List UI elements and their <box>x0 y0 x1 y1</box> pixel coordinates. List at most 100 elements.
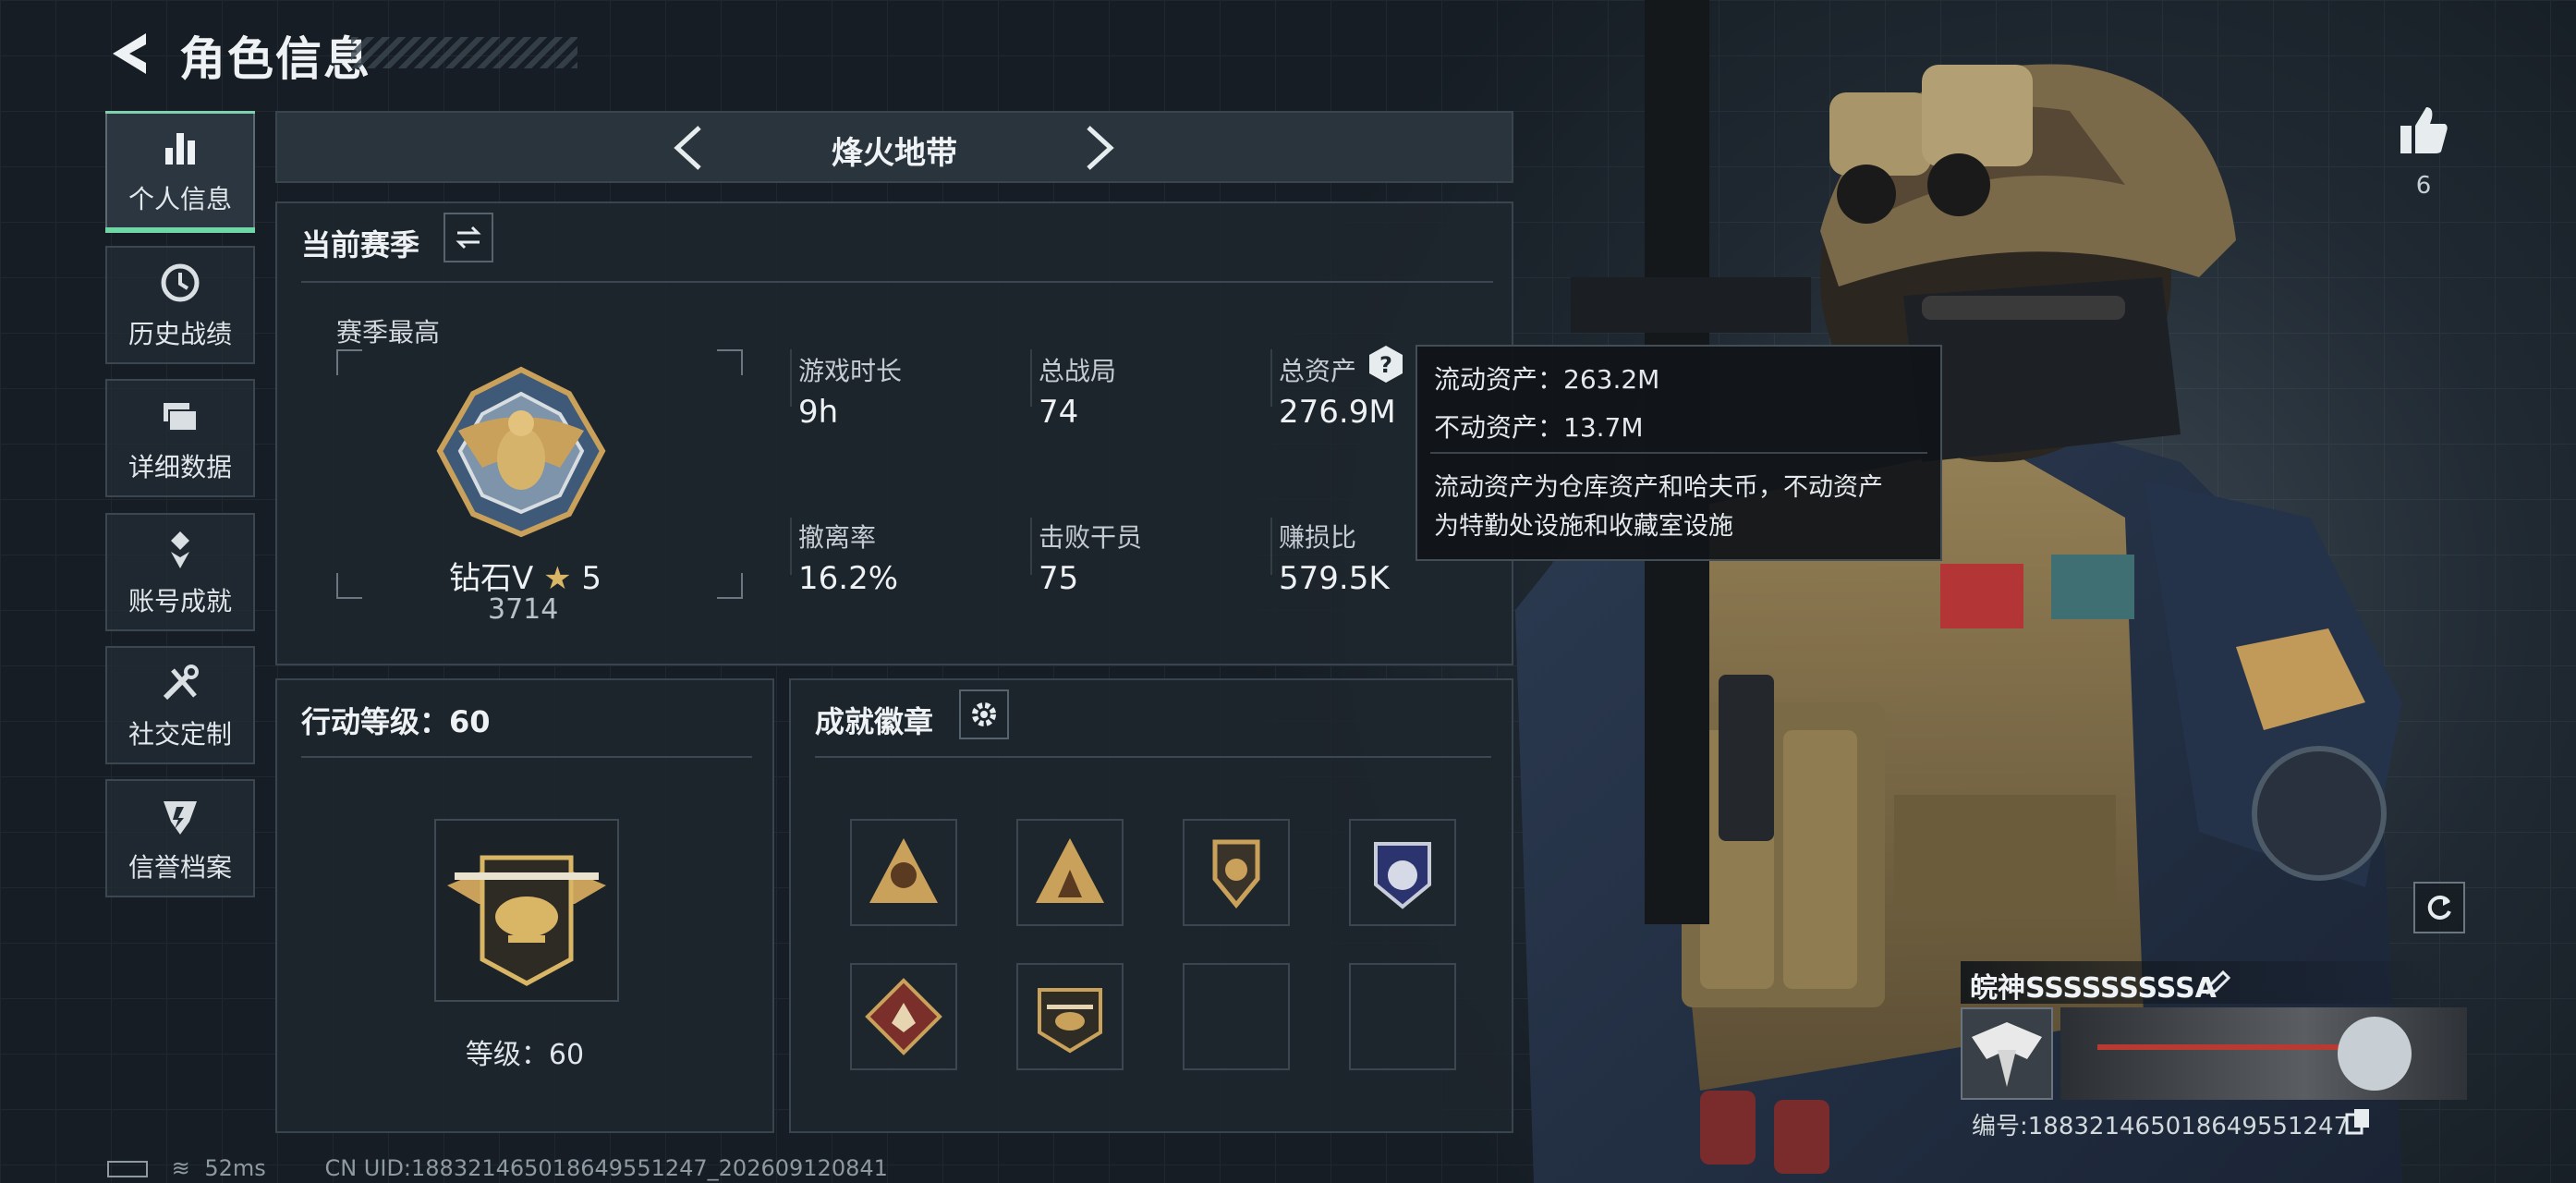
rank-score: 3714 <box>488 593 559 626</box>
edit-pencil-icon[interactable] <box>2203 967 2234 998</box>
sidebar-item-history[interactable]: 历史战绩 <box>105 246 255 364</box>
ping-value: 52ms <box>204 1155 266 1181</box>
season-switch-button[interactable] <box>444 213 493 262</box>
achievements-panel: 成就徽章 <box>789 678 1513 1133</box>
badge-shield-icon <box>1212 839 1260 909</box>
divider <box>1430 452 1927 454</box>
achievement-badge[interactable] <box>1349 819 1456 926</box>
stat-label-operators-defeated: 击败干员 <box>1039 522 1143 553</box>
level-emblem-frame <box>434 819 619 1002</box>
season-panel: 当前赛季 赛季最高 钻石V ★ 5 3714 游戏时长 9h 总战局 74 总资… <box>275 201 1513 665</box>
rotate-icon <box>2427 895 2451 920</box>
tooltip-desc-line1: 流动资产为仓库资产和哈夫币，不动资产 <box>1434 473 1883 502</box>
achievements-title: 成就徽章 <box>815 704 934 739</box>
sidebar-item-account-achievements[interactable]: 账号成就 <box>105 513 255 631</box>
frame-corner <box>336 349 362 375</box>
star-icon: ★ <box>543 560 572 597</box>
banner-decoration <box>2097 1044 2356 1050</box>
divider <box>1270 349 1272 407</box>
achievement-badge-empty[interactable] <box>1349 963 1456 1070</box>
frame-corner <box>717 349 743 375</box>
mode-title: 烽火地带 <box>832 135 957 172</box>
achievement-badge[interactable] <box>850 819 957 926</box>
stat-value-total-assets: 276.9M <box>1279 394 1396 431</box>
rank-name-text: 钻石V <box>449 560 534 597</box>
player-name: 皖神SSSSSSSSSA <box>1970 972 2217 1005</box>
divider <box>1030 518 1032 575</box>
banner-portrait <box>2338 1017 2412 1091</box>
swap-icon <box>456 226 481 250</box>
sidebar-item-label: 个人信息 <box>128 184 232 214</box>
data-folder-icon <box>164 403 198 432</box>
divider <box>790 518 792 575</box>
player-name-bar: 皖神SSSSSSSSSA <box>1961 961 2463 1005</box>
stat-label-total-matches: 总战局 <box>1039 356 1117 386</box>
battery-icon <box>107 1161 148 1177</box>
rank-stars: 5 <box>581 560 602 597</box>
player-banner-card <box>2060 1007 2467 1100</box>
level-text: 等级：60 <box>465 1039 585 1071</box>
diamond-rank-emblem-icon <box>436 366 606 538</box>
sidebar-item-social-custom[interactable]: 社交定制 <box>105 646 255 764</box>
stat-label-extraction-rate: 撤离率 <box>798 522 877 553</box>
stat-value-total-matches: 74 <box>1039 394 1079 431</box>
credit-emblem-icon <box>164 801 197 835</box>
back-arrow-icon[interactable] <box>103 28 155 79</box>
sidebar-item-label: 社交定制 <box>128 719 232 750</box>
player-id: 编号:1883214650186495​51247 <box>1972 1113 2350 1140</box>
achievements-settings-button[interactable] <box>959 689 1009 739</box>
stat-value-extraction-rate: 16.2% <box>798 560 899 597</box>
svg-text:?: ? <box>1379 352 1392 378</box>
tools-icon <box>163 665 199 701</box>
status-bar: ≋ 52ms CN UID:18832146501864955​1247_202… <box>107 1155 888 1181</box>
assets-tooltip: 流动资产：263.2M 不动资产：13.7M 流动资产为仓库资产和哈夫币，不动资… <box>1416 345 1942 561</box>
stat-label-total-assets: 总资产 <box>1279 356 1357 386</box>
frame-corner <box>336 573 362 599</box>
history-clock-icon <box>161 263 200 302</box>
stat-value-profit-ratio: 579.5K <box>1279 560 1390 597</box>
cn-uid-text: CN UID:18832146501864955​1247_2026091208… <box>324 1155 888 1181</box>
wifi-icon: ≋ <box>171 1155 190 1181</box>
badge-blast-icon <box>869 838 938 903</box>
divider <box>790 349 792 407</box>
season-best-label: 赛季最高 <box>336 317 441 348</box>
likes-count: 6 <box>2415 172 2432 200</box>
eagle-avatar-icon <box>1972 1022 2042 1087</box>
badge-squad-icon <box>1036 838 1104 903</box>
sidebar-item-credit-archive[interactable]: 信誉档案 <box>105 779 255 897</box>
rotate-view-button[interactable] <box>2413 882 2465 933</box>
achievement-icon <box>171 531 189 568</box>
bar-chart-icon <box>165 133 195 165</box>
achievement-badge-empty[interactable] <box>1183 963 1290 1070</box>
sidebar-item-label: 信誉档案 <box>128 852 232 883</box>
sidebar-item-label: 详细数据 <box>128 452 232 482</box>
thumbs-up-icon[interactable] <box>2397 104 2450 157</box>
player-avatar[interactable] <box>1961 1007 2053 1100</box>
sidebar-item-detailed-data[interactable]: 详细数据 <box>105 379 255 497</box>
mode-selector-bar: 烽火地带 <box>275 111 1513 183</box>
achievement-badge[interactable] <box>1016 963 1124 1070</box>
help-question-icon[interactable]: ? <box>1367 344 1404 384</box>
copy-icon[interactable] <box>2345 1107 2371 1135</box>
stat-value-playtime: 9h <box>798 394 839 431</box>
divider <box>1270 518 1272 575</box>
tooltip-desc-line2: 为特勤处设施和收藏室设施 <box>1434 512 1733 541</box>
gear-icon <box>972 702 996 726</box>
operator-character-art <box>1515 0 2402 1183</box>
action-level-title: 行动等级：60 <box>301 704 491 739</box>
title-stripe-decoration <box>351 37 577 68</box>
divider <box>301 756 752 758</box>
sidebar-item-personal-info[interactable]: 个人信息 <box>105 111 255 233</box>
next-mode-arrow-icon[interactable] <box>1081 124 1118 172</box>
stat-label-playtime: 游戏时长 <box>798 356 903 386</box>
badge-helicopter-icon <box>1038 988 1102 1054</box>
season-title: 当前赛季 <box>301 227 420 262</box>
rank-name: 钻石V ★ 5 <box>449 553 601 598</box>
achievement-badge[interactable] <box>1016 819 1124 926</box>
badge-wolf-icon <box>865 978 942 1055</box>
helicopter-level-emblem-icon <box>447 855 606 986</box>
achievement-badge[interactable] <box>850 963 957 1070</box>
badge-eagle-icon <box>1374 842 1431 909</box>
achievement-badge[interactable] <box>1183 819 1290 926</box>
tooltip-liquid-assets: 流动资产：263.2M <box>1434 364 1660 395</box>
